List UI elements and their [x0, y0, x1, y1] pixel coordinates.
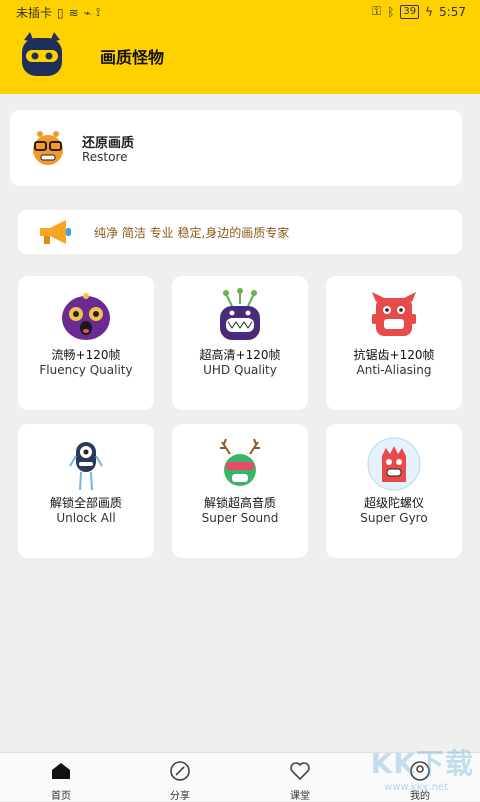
- restore-card[interactable]: 还原画质 Restore: [10, 110, 462, 186]
- restore-title: 还原画质: [82, 136, 135, 151]
- orange-monster-icon: [33, 131, 63, 165]
- tile-uhd-quality[interactable]: 超高清+120帧 UHD Quality: [172, 276, 308, 410]
- bluetooth-icon: ᛒ: [387, 4, 395, 19]
- tile-subtitle: Anti-Aliasing: [356, 363, 432, 377]
- restore-subtitle: Restore: [82, 150, 128, 164]
- app-title: 画质怪物: [100, 48, 165, 67]
- tile-title: 解锁超高音质: [203, 496, 276, 510]
- clock-time: 5:57: [439, 4, 466, 19]
- tile-title: 超高清+120帧: [199, 348, 281, 362]
- tile-subtitle: Super Gyro: [360, 511, 428, 525]
- tile-title: 流畅+120帧: [51, 348, 121, 362]
- antenna-monster-icon: [220, 288, 260, 340]
- tile-subtitle: Super Sound: [201, 511, 279, 525]
- heart-icon: [290, 762, 310, 781]
- sim-status-text: 未插卡: [16, 6, 53, 20]
- notice-text: 纯净 简洁 专业 稳定,身边的画质专家: [94, 226, 290, 240]
- status-left: 未插卡 ▯ ≋ ⌁ ⟟: [16, 4, 100, 21]
- tile-subtitle: Fluency Quality: [39, 363, 133, 377]
- tile-subtitle: Unlock All: [56, 511, 116, 525]
- bubble-monster-icon: [367, 437, 421, 491]
- wifi-icon: ≋: [68, 5, 79, 20]
- watermark-logo: KK下载: [370, 747, 474, 780]
- tile-fluency-quality[interactable]: 流畅+120帧 Fluency Quality: [18, 276, 154, 410]
- tile-title: 抗锯齿+120帧: [353, 348, 435, 362]
- tile-anti-aliasing[interactable]: 抗锯齿+120帧 Anti-Aliasing: [326, 276, 462, 410]
- red-monster-icon: [372, 292, 416, 336]
- megaphone-icon: [40, 220, 71, 244]
- app-header: 画质怪物: [0, 24, 480, 94]
- tile-super-gyro[interactable]: 超级陀螺仪 Super Gyro: [326, 424, 462, 558]
- charging-icon: ϟ: [425, 4, 434, 19]
- tile-title: 超级陀螺仪: [363, 496, 424, 510]
- app-top-bar: 未插卡 ▯ ≋ ⌁ ⟟ ⚿ ᛒ 39 ϟ 5:57 画质怪物: [0, 0, 480, 94]
- nav-home[interactable]: 首页: [31, 759, 91, 802]
- one-eye-monster-icon: [69, 442, 103, 491]
- battery-level: 39: [400, 4, 420, 19]
- tile-unlock-all[interactable]: 解锁全部画质 Unlock All: [18, 424, 154, 558]
- nfc-icon: ⌁: [83, 5, 91, 20]
- tile-subtitle: UHD Quality: [203, 363, 277, 377]
- nav-classroom[interactable]: 课堂: [270, 759, 330, 802]
- watermark-url: www.kkx.net: [384, 782, 448, 793]
- tile-super-sound[interactable]: 解锁超高音质 Super Sound: [172, 424, 308, 558]
- usb-icon: ⟟: [95, 5, 101, 19]
- purple-monster-icon: [62, 293, 110, 340]
- compass-icon: [170, 761, 190, 781]
- app-logo-icon: [22, 32, 62, 76]
- status-right: ⚿ ᛒ 39 ϟ 5:57: [372, 4, 466, 19]
- notice-banner: 纯净 简洁 专业 稳定,身边的画质专家: [18, 210, 462, 254]
- sim-icon: ▯: [57, 5, 64, 20]
- nav-share[interactable]: 分享: [150, 759, 210, 802]
- tile-title: 解锁全部画质: [49, 496, 122, 510]
- antler-monster-icon: [220, 438, 260, 486]
- key-icon: ⚿: [372, 4, 382, 18]
- home-icon: [52, 763, 70, 779]
- status-bar: 未插卡 ▯ ≋ ⌁ ⟟ ⚿ ᛒ 39 ϟ 5:57: [0, 0, 480, 24]
